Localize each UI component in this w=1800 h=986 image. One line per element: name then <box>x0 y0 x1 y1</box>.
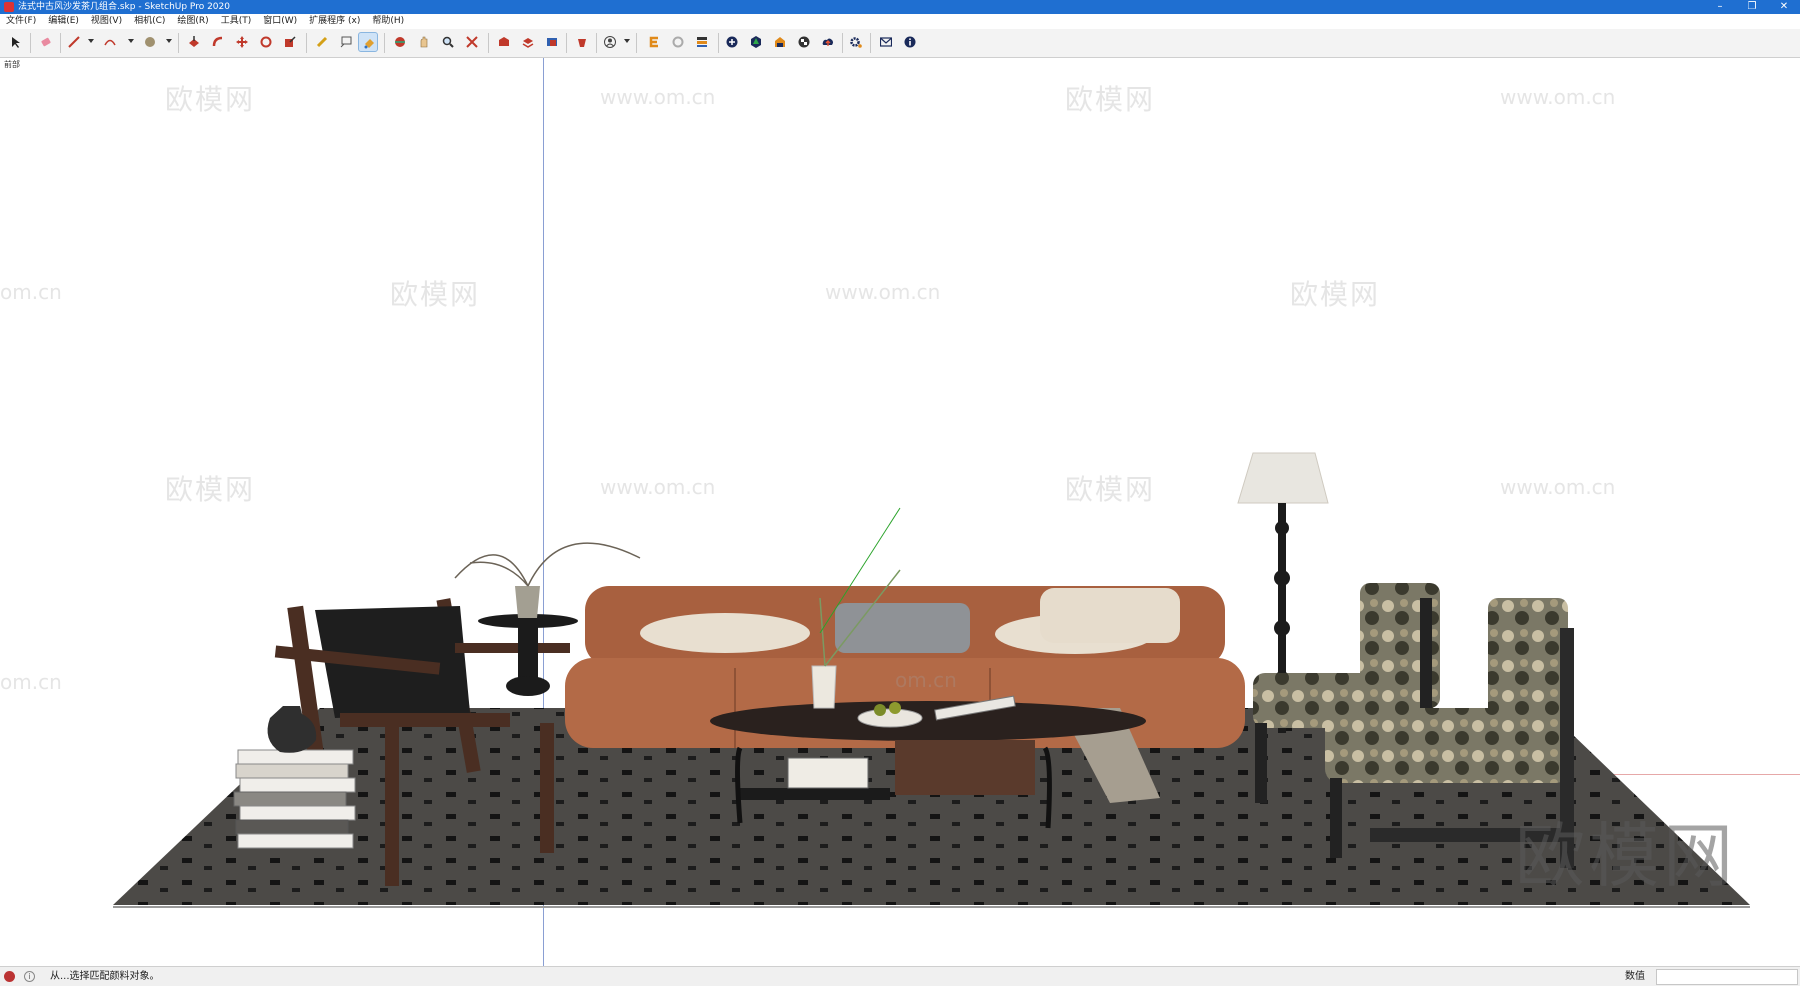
pan-tool-icon[interactable] <box>414 32 434 52</box>
zoom-extents-tool-icon[interactable] <box>462 32 482 52</box>
cloud-upload-icon[interactable] <box>818 32 838 52</box>
window-title: 法式中古风沙发茶几组合.skp - SketchUp Pro 2020 <box>18 2 230 12</box>
arc-tools-dropdown-icon[interactable] <box>128 39 134 43</box>
mail-icon[interactable] <box>876 32 896 52</box>
scale-tool-icon[interactable] <box>280 32 300 52</box>
paint-bucket-tool-icon[interactable] <box>358 32 378 52</box>
info-icon[interactable] <box>900 32 920 52</box>
eraser-tool-icon[interactable] <box>36 32 56 52</box>
menu-draw[interactable]: 绘图(R) <box>171 14 214 29</box>
warehouse-icon[interactable] <box>494 32 514 52</box>
layout-send-icon[interactable] <box>542 32 562 52</box>
checker-plugin-icon[interactable] <box>794 32 814 52</box>
shapes-tool-icon[interactable] <box>140 32 160 52</box>
tree-plugin-icon[interactable] <box>746 32 766 52</box>
push-pull-tool-icon[interactable] <box>184 32 204 52</box>
watermark-site-partial: om.cn <box>895 668 957 692</box>
line-tool-icon[interactable] <box>64 32 84 52</box>
geolocation-icon[interactable] <box>4 971 15 982</box>
menu-camera[interactable]: 相机(C) <box>128 14 171 29</box>
close-button[interactable]: ✕ <box>1768 0 1800 14</box>
extension-warehouse-icon[interactable] <box>518 32 538 52</box>
status-message: 从...选择匹配颜料对象。 <box>50 971 160 982</box>
minimize-button[interactable]: – <box>1704 0 1736 14</box>
arc-tool-icon[interactable] <box>100 32 120 52</box>
menu-window[interactable]: 窗口(W) <box>257 14 303 29</box>
instructor-info-icon[interactable]: i <box>24 971 35 982</box>
line-tools-dropdown-icon[interactable] <box>88 39 94 43</box>
measurements-label: 数值 <box>1625 971 1645 982</box>
menu-help[interactable]: 帮助(H) <box>366 14 410 29</box>
menu-bar: 文件(F) 编辑(E) 视图(V) 相机(C) 绘图(R) 工具(T) 窗口(W… <box>0 14 1800 29</box>
watermark-brand-large: 欧模网 <box>1515 815 1737 897</box>
tape-measure-tool-icon[interactable] <box>312 32 332 52</box>
measurements-input[interactable] <box>1656 969 1798 985</box>
move-tool-icon[interactable] <box>232 32 252 52</box>
shapes-dropdown-icon[interactable] <box>166 39 172 43</box>
model-viewport[interactable]: 前部 欧模网 www.om.cn 欧模网 www.om.cn om.cn 欧模网… <box>0 58 1800 966</box>
settings-gear-icon[interactable] <box>846 32 866 52</box>
menu-edit[interactable]: 编辑(E) <box>42 14 85 29</box>
refresh-icon[interactable] <box>668 32 688 52</box>
account-icon[interactable] <box>600 32 620 52</box>
select-tool-icon[interactable] <box>6 32 26 52</box>
menu-file[interactable]: 文件(F) <box>0 14 42 29</box>
menu-view[interactable]: 视图(V) <box>85 14 128 29</box>
material-plugin-icon[interactable] <box>770 32 790 52</box>
status-bar: i 从...选择匹配颜料对象。 数值 <box>0 966 1800 986</box>
zoom-tool-icon[interactable] <box>438 32 458 52</box>
restore-button[interactable]: ❐ <box>1736 0 1768 14</box>
plugin-e-icon[interactable] <box>644 32 664 52</box>
add-plugin-icon[interactable] <box>722 32 742 52</box>
menu-tools[interactable]: 工具(T) <box>215 14 258 29</box>
account-dropdown-icon[interactable] <box>624 39 630 43</box>
follow-me-tool-icon[interactable] <box>208 32 228 52</box>
rotate-tool-icon[interactable] <box>256 32 276 52</box>
extension-manager-icon[interactable] <box>572 32 592 52</box>
menu-extensions[interactable]: 扩展程序 (x) <box>303 14 366 29</box>
sketchup-app-icon[interactable] <box>4 2 14 12</box>
title-bar: 法式中古风沙发茶几组合.skp - SketchUp Pro 2020 – ❐ … <box>0 0 1800 14</box>
layers-plugin-icon[interactable] <box>692 32 712 52</box>
text-tool-icon[interactable] <box>336 32 356 52</box>
main-toolbar <box>0 29 1800 58</box>
orbit-tool-icon[interactable] <box>390 32 410 52</box>
